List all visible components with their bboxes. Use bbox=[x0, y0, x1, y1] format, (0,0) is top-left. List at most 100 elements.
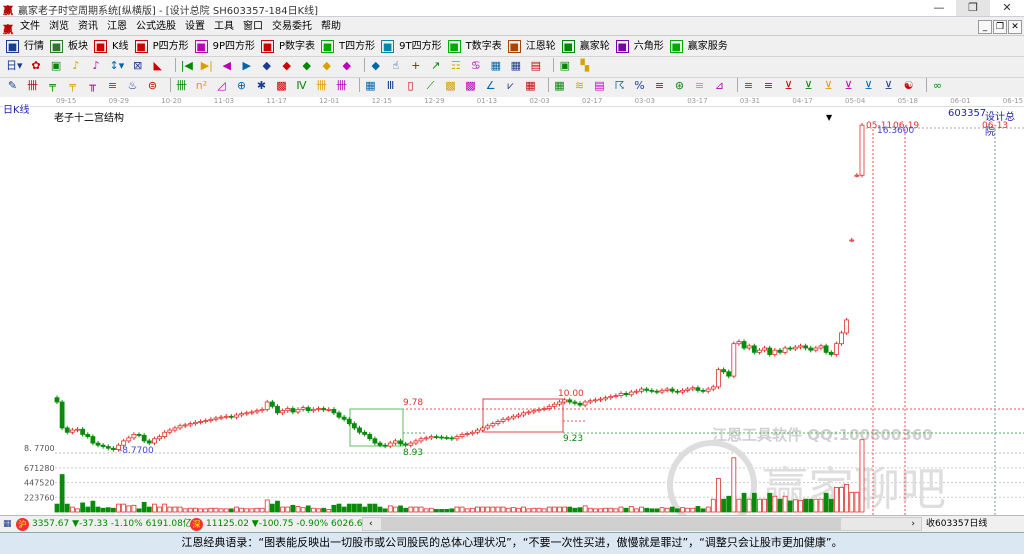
toolbar-button[interactable]: ■ P数字表 bbox=[261, 37, 315, 56]
tool-icon[interactable]: 卌 bbox=[315, 79, 328, 92]
tool-icon[interactable]: ≡ bbox=[106, 79, 119, 92]
tool-icon[interactable]: ≋ bbox=[573, 79, 586, 92]
tool-icon[interactable]: ╤ bbox=[46, 79, 59, 92]
tool-icon[interactable]: ▶| bbox=[200, 59, 213, 72]
tool-icon[interactable]: + bbox=[409, 59, 422, 72]
toolbar-button[interactable]: ■ T四方形 bbox=[321, 37, 375, 56]
tool-icon[interactable]: ✎ bbox=[6, 79, 19, 92]
tool-icon[interactable]: ✱ bbox=[255, 79, 268, 92]
toolbar-button[interactable]: ■ 赢家轮 bbox=[561, 37, 610, 56]
tool-icon[interactable]: ⊠ bbox=[131, 59, 144, 72]
tool-icon[interactable]: ⊕ bbox=[235, 79, 248, 92]
menu-item[interactable]: 窗口 bbox=[243, 17, 263, 36]
tool-icon[interactable]: ⊻ bbox=[882, 79, 895, 92]
tool-icon[interactable]: ◀ bbox=[220, 59, 233, 72]
tool-icon[interactable]: ⊛ bbox=[673, 79, 686, 92]
tool-icon[interactable]: ⊻ bbox=[782, 79, 795, 92]
tool-icon[interactable]: ⊻ bbox=[862, 79, 875, 92]
tool-icon[interactable]: ⊻ bbox=[822, 79, 835, 92]
tool-icon[interactable]: ▣ bbox=[50, 59, 63, 72]
tool-icon[interactable]: % bbox=[633, 79, 646, 92]
horizontal-scrollbar[interactable]: ‹ › bbox=[362, 517, 922, 531]
menu-item[interactable]: 公式选股 bbox=[136, 17, 176, 36]
tool-icon[interactable]: ⊿ bbox=[713, 79, 726, 92]
kline-chart[interactable]: 日K线 老子十二宫结构 ▼ 603357 设计总院 671280 447520 22… bbox=[0, 101, 1024, 515]
tool-icon[interactable]: ▦ bbox=[509, 59, 522, 72]
tool-icon[interactable]: 卌 bbox=[335, 79, 348, 92]
tool-icon[interactable]: ☝ bbox=[389, 59, 402, 72]
tool-icon[interactable]: ≡ bbox=[653, 79, 666, 92]
tool-icon[interactable]: ▶ bbox=[240, 59, 253, 72]
menu-item[interactable]: 交易委托 bbox=[272, 17, 312, 36]
tool-icon[interactable]: ⩗ bbox=[504, 79, 517, 92]
toolbar-button[interactable]: ■ P四方形 bbox=[134, 37, 189, 56]
tool-icon[interactable]: ▦ bbox=[553, 79, 566, 92]
mdi-button[interactable]: _ bbox=[978, 20, 992, 34]
app-menu-icon[interactable]: 赢 bbox=[3, 21, 13, 36]
tool-icon[interactable]: ∞ bbox=[931, 79, 944, 92]
tool-icon[interactable]: ↗ bbox=[429, 59, 442, 72]
scroll-left-button[interactable]: ‹ bbox=[369, 516, 373, 532]
tool-icon[interactable]: ↕▾ bbox=[110, 59, 125, 72]
toolbar-button[interactable]: ■ 9T四方形 bbox=[381, 37, 442, 56]
toolbar-button[interactable]: ■ T数字表 bbox=[447, 37, 502, 56]
tool-icon[interactable]: ▤ bbox=[593, 79, 606, 92]
tool-icon[interactable]: Ⅳ bbox=[295, 79, 308, 92]
menu-item[interactable]: 设置 bbox=[185, 17, 205, 36]
menu-item[interactable]: 江恩 bbox=[107, 17, 127, 36]
toolbar-button[interactable]: ■ K线 bbox=[94, 37, 129, 56]
tool-icon[interactable]: ▤ bbox=[529, 59, 542, 72]
tool-icon[interactable]: ☯ bbox=[902, 79, 915, 92]
menu-item[interactable]: 浏览 bbox=[49, 17, 69, 36]
tool-icon[interactable]: ≡ bbox=[742, 79, 755, 92]
tool-icon[interactable]: ▚ bbox=[578, 59, 591, 72]
toolbar-button[interactable]: ■ 六角形 bbox=[615, 37, 664, 56]
tool-icon[interactable]: ▯ bbox=[404, 79, 417, 92]
tool-icon[interactable]: ≡ bbox=[693, 79, 706, 92]
tool-icon[interactable]: ⊜ bbox=[146, 79, 159, 92]
tool-icon[interactable]: ⊻ bbox=[842, 79, 855, 92]
tool-icon[interactable]: ◆ bbox=[300, 59, 313, 72]
tool-icon[interactable]: ≡ bbox=[762, 79, 775, 92]
tool-icon[interactable]: ∠ bbox=[484, 79, 497, 92]
tool-icon[interactable]: 卌 bbox=[26, 79, 39, 92]
tool-icon[interactable]: ☈ bbox=[613, 79, 626, 92]
mdi-button[interactable]: ❐ bbox=[993, 20, 1007, 34]
tool-icon[interactable]: ▩ bbox=[275, 79, 288, 92]
scroll-right-button[interactable]: › bbox=[911, 516, 915, 532]
tool-icon[interactable]: ╤ bbox=[66, 79, 79, 92]
grid-icon[interactable]: ▦ bbox=[3, 516, 12, 532]
tool-icon[interactable]: ◆ bbox=[369, 59, 382, 72]
toolbar-button[interactable]: ■ 板块 bbox=[50, 37, 88, 56]
tool-icon[interactable]: ▦ bbox=[524, 79, 537, 92]
tool-icon[interactable]: ▦ bbox=[364, 79, 377, 92]
tool-icon[interactable]: ◿ bbox=[215, 79, 228, 92]
tool-icon[interactable]: ♪ bbox=[70, 59, 83, 72]
tool-icon[interactable]: ◣ bbox=[151, 59, 164, 72]
toolbar-button[interactable]: ■ 江恩轮 bbox=[507, 37, 556, 56]
tool-icon[interactable]: ▩ bbox=[444, 79, 457, 92]
menu-item[interactable]: 文件 bbox=[20, 17, 40, 36]
menu-item[interactable]: 工具 bbox=[214, 17, 234, 36]
tool-icon[interactable]: ◆ bbox=[260, 59, 273, 72]
tool-icon[interactable]: ◆ bbox=[280, 59, 293, 72]
tool-icon[interactable]: 卌 bbox=[175, 79, 188, 92]
tool-icon[interactable]: ▣ bbox=[558, 59, 571, 72]
toolbar-button[interactable]: ■ 行情 bbox=[6, 37, 44, 56]
tool-icon[interactable]: ♪ bbox=[90, 59, 103, 72]
toolbar-button[interactable]: ■ 9P四方形 bbox=[194, 37, 255, 56]
mdi-button[interactable]: ✕ bbox=[1008, 20, 1022, 34]
tool-icon[interactable]: ▩ bbox=[464, 79, 477, 92]
restore-button[interactable]: ❐ bbox=[956, 0, 990, 16]
close-button[interactable]: ✕ bbox=[990, 0, 1024, 16]
tool-icon[interactable]: Ⅲ bbox=[384, 79, 397, 92]
tool-icon[interactable]: |◀ bbox=[180, 59, 193, 72]
tool-icon[interactable]: ♋ bbox=[469, 59, 482, 72]
tool-icon[interactable]: ▦ bbox=[489, 59, 502, 72]
tool-icon[interactable]: ⟋ bbox=[424, 79, 437, 92]
tool-icon[interactable]: ♨ bbox=[126, 79, 139, 92]
tool-icon[interactable]: ✿ bbox=[30, 59, 43, 72]
tool-icon[interactable]: n² bbox=[195, 79, 208, 92]
tool-icon[interactable]: ☶ bbox=[449, 59, 462, 72]
tool-icon[interactable]: ◆ bbox=[340, 59, 353, 72]
